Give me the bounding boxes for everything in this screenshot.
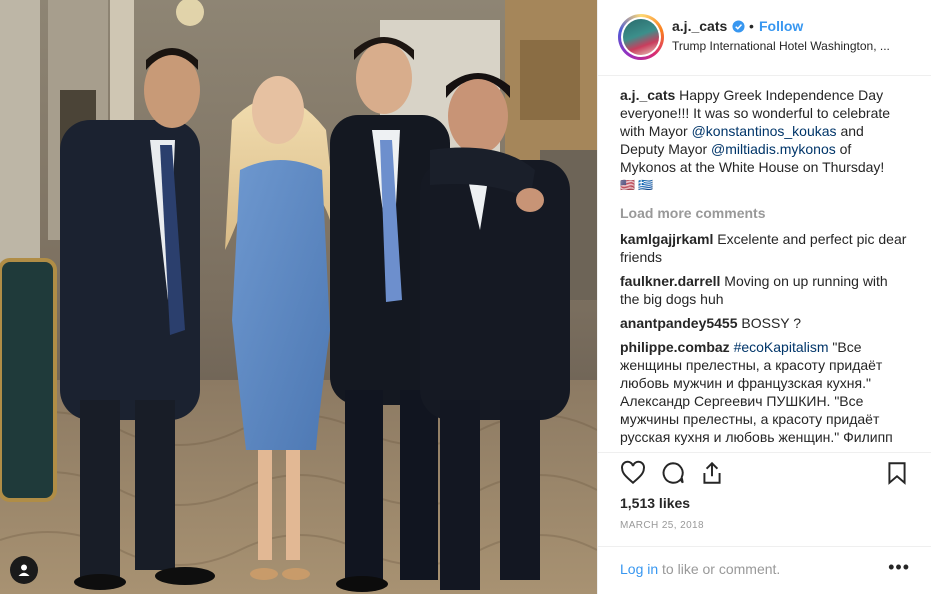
comment-item: faulkner.darrell Moving on up running wi… — [620, 272, 910, 308]
load-more-comments-button[interactable]: Load more comments — [620, 204, 910, 222]
post-location[interactable]: Trump International Hotel Washington, ..… — [672, 39, 912, 53]
comment-username[interactable]: philippe.combaz — [620, 339, 730, 355]
likes-count[interactable]: 1,513 likes — [620, 495, 690, 511]
post-username[interactable]: a.j._cats — [672, 18, 727, 34]
post-photo-scene — [0, 0, 597, 594]
comment-text: BOSSY ? — [741, 315, 802, 331]
login-prompt: Log in to like or comment. — [620, 561, 780, 577]
mention-link[interactable]: @konstantinos_koukas — [692, 123, 837, 139]
follow-button[interactable]: Follow — [759, 18, 803, 34]
separator-dot: • — [749, 18, 754, 34]
caption: a.j._cats Happy Greek Independence Day e… — [620, 86, 910, 194]
comment-username[interactable]: anantpandey5455 — [620, 315, 738, 331]
post-details-panel: a.j._cats • Follow Trump International H… — [597, 0, 931, 594]
more-options-button[interactable]: ••• — [888, 557, 910, 578]
post-date[interactable]: MARCH 25, 2018 — [620, 520, 704, 531]
comment-item: philippe.combaz #ecoKapitalism "Все женщ… — [620, 338, 910, 446]
comment-username[interactable]: kamlgajjrkaml — [620, 231, 713, 247]
mention-link[interactable]: @miltiadis.mykonos — [711, 141, 836, 157]
login-prompt-text: to like or comment. — [662, 561, 781, 577]
comment-item: kamlgajjrkaml Excelente and perfect pic … — [620, 230, 910, 266]
hashtag-link[interactable]: #ecoKapitalism — [734, 339, 829, 355]
comments-section: a.j._cats Happy Greek Independence Day e… — [620, 86, 910, 450]
heart-icon[interactable] — [620, 460, 646, 486]
avatar[interactable] — [618, 14, 664, 60]
caption-username[interactable]: a.j._cats — [620, 87, 675, 103]
post-photo[interactable] — [0, 0, 597, 594]
share-icon[interactable] — [699, 460, 725, 486]
comment-item: anantpandey5455 BOSSY ? — [620, 314, 910, 332]
comment-username[interactable]: faulkner.darrell — [620, 273, 720, 289]
caption-flags: 🇺🇸 🇬🇷 — [620, 178, 654, 192]
login-footer: Log in to like or comment. ••• — [598, 546, 931, 594]
bookmark-icon[interactable] — [884, 460, 910, 486]
action-bar-divider — [598, 452, 931, 454]
tagged-users-button[interactable] — [10, 556, 38, 584]
user-tag-icon — [18, 564, 30, 576]
login-link[interactable]: Log in — [620, 561, 658, 577]
verified-badge-icon — [732, 20, 745, 33]
comment-icon[interactable] — [660, 460, 686, 486]
post-header: a.j._cats • Follow Trump International H… — [598, 0, 931, 76]
